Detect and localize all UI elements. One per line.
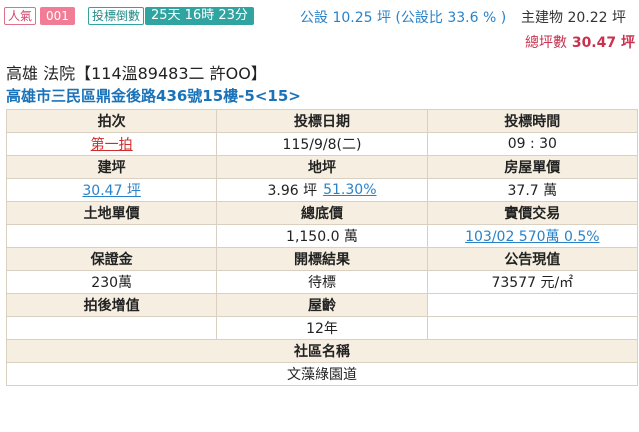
land-area-value: 3.96 坪 bbox=[267, 183, 318, 199]
table-row: 文藻綠園道 bbox=[7, 363, 638, 386]
result-value: 待標 bbox=[217, 271, 428, 294]
countdown-label: 投標倒數 bbox=[88, 7, 145, 25]
public-area-info: 公設 10.25 坪 (公設比 33.6 % ) bbox=[300, 10, 507, 26]
house-unit-price-header: 房屋單價 bbox=[427, 156, 638, 179]
building-age-value: 12年 bbox=[217, 317, 428, 340]
house-unit-price-value: 37.7 萬 bbox=[427, 179, 638, 202]
bid-date-value: 115/9/8(二) bbox=[217, 133, 428, 156]
table-row: 土地單價 總底價 實價交易 bbox=[7, 202, 638, 225]
land-area-pct-link[interactable]: 51.30% bbox=[323, 182, 376, 198]
land-area-header: 地坪 bbox=[217, 156, 428, 179]
community-header: 社區名稱 bbox=[7, 340, 638, 363]
case-title: 高雄 法院【114溫89483二 許OO】 bbox=[6, 64, 267, 83]
table-row: 建坪 地坪 房屋單價 bbox=[7, 156, 638, 179]
top-bar: 人氣 001 投標倒數 25天 16時 23分 公設 10.25 坪 (公設比 … bbox=[0, 0, 639, 56]
table-row: 拍次 投標日期 投標時間 bbox=[7, 110, 638, 133]
table-row: 1,150.0 萬 103/02 570萬 0.5% bbox=[7, 225, 638, 248]
table-row: 第一拍 115/9/8(二) 09 : 30 bbox=[7, 133, 638, 156]
table-row: 保證金 開標結果 公告現值 bbox=[7, 248, 638, 271]
actual-transaction-link[interactable]: 103/02 570萬 0.5% bbox=[465, 226, 599, 246]
bid-date-header: 投標日期 bbox=[217, 110, 428, 133]
empty-cell bbox=[427, 294, 638, 317]
result-header: 開標結果 bbox=[217, 248, 428, 271]
community-value: 文藻綠園道 bbox=[7, 363, 638, 386]
land-unit-price-value bbox=[7, 225, 218, 248]
post-auction-header: 拍後增值 bbox=[7, 294, 218, 317]
deposit-header: 保證金 bbox=[7, 248, 218, 271]
land-area-cell: 3.96 坪 51.30% bbox=[217, 179, 428, 202]
announced-value-value: 73577 元/㎡ bbox=[427, 271, 638, 294]
empty-cell bbox=[427, 317, 638, 340]
building-area-header: 建坪 bbox=[7, 156, 218, 179]
auction-round-header: 拍次 bbox=[7, 110, 218, 133]
post-auction-value bbox=[7, 317, 218, 340]
auction-round-cell: 第一拍 bbox=[7, 133, 218, 156]
total-area-value: 30.47 坪 bbox=[571, 35, 635, 51]
bid-time-value: 09 : 30 bbox=[427, 133, 638, 156]
property-info-table: 拍次 投標日期 投標時間 第一拍 115/9/8(二) 09 : 30 建坪 地… bbox=[6, 109, 638, 386]
table-row: 拍後增值 屋齡 bbox=[7, 294, 638, 317]
popularity-value: 001 bbox=[40, 7, 75, 25]
reserve-price-value: 1,150.0 萬 bbox=[217, 225, 428, 248]
building-age-header: 屋齡 bbox=[217, 294, 428, 317]
announced-value-header: 公告現值 bbox=[427, 248, 638, 271]
auction-round-link[interactable]: 第一拍 bbox=[91, 134, 133, 154]
building-area-cell: 30.47 坪 bbox=[7, 179, 218, 202]
building-area-link[interactable]: 30.47 坪 bbox=[82, 180, 141, 200]
actual-transaction-cell: 103/02 570萬 0.5% bbox=[427, 225, 638, 248]
total-area: 總坪數 30.47 坪 bbox=[525, 32, 635, 52]
table-row: 230萬 待標 73577 元/㎡ bbox=[7, 271, 638, 294]
deposit-value: 230萬 bbox=[7, 271, 218, 294]
total-area-label: 總坪數 bbox=[524, 35, 567, 51]
bid-time-header: 投標時間 bbox=[427, 110, 638, 133]
actual-transaction-header: 實價交易 bbox=[427, 202, 638, 225]
main-building-area: 主建物 20.22 坪 bbox=[521, 10, 626, 26]
table-row: 社區名稱 bbox=[7, 340, 638, 363]
table-row: 12年 bbox=[7, 317, 638, 340]
reserve-price-header: 總底價 bbox=[217, 202, 428, 225]
table-row: 30.47 坪 3.96 坪 51.30% 37.7 萬 bbox=[7, 179, 638, 202]
popularity-label: 人氣 bbox=[4, 7, 37, 25]
land-unit-price-header: 土地單價 bbox=[7, 202, 218, 225]
property-address[interactable]: 高雄市三民區鼎金後路436號15樓-5<15> bbox=[6, 85, 301, 106]
countdown-value: 25天 16時 23分 bbox=[145, 7, 254, 25]
